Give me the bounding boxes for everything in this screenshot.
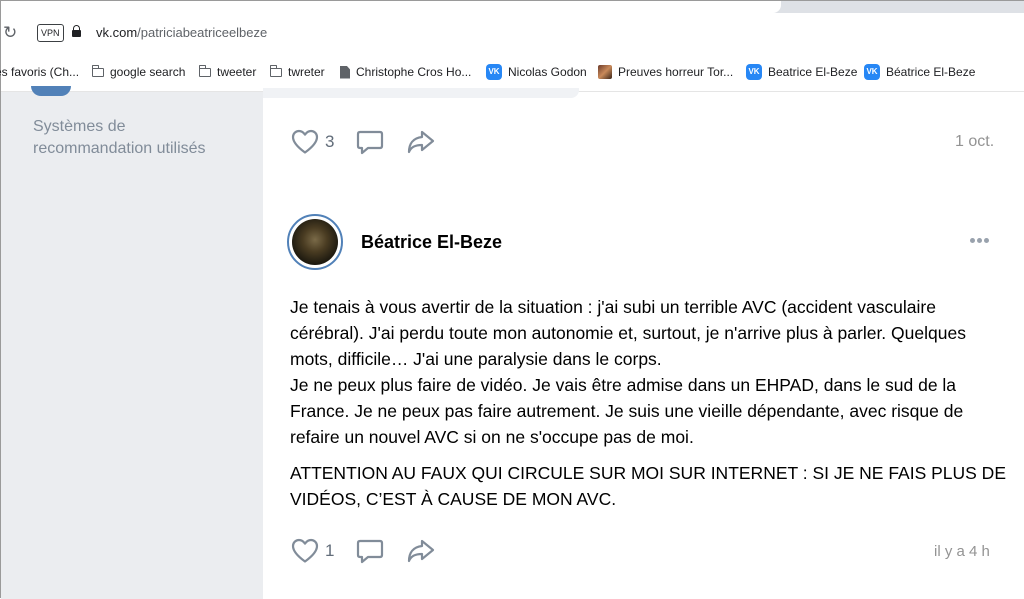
post-paragraph-warning: ATTENTION AU FAUX QUI CIRCULE SUR MOI SU… bbox=[290, 463, 1006, 509]
bookmark-twreter[interactable]: twreter bbox=[269, 64, 325, 80]
bookmark-label: Preuves horreur Tor... bbox=[618, 65, 734, 79]
feed: 3 1 oct. Béatrice El-Beze Je tenais à vo… bbox=[263, 88, 1024, 599]
more-options-icon[interactable] bbox=[970, 238, 991, 243]
post-actions: 1 bbox=[291, 536, 458, 566]
folder-icon bbox=[269, 64, 282, 77]
bookmark-label: Béatrice El-Beze bbox=[886, 65, 976, 79]
post-paragraph: Je tenais à vous avertir de la situation… bbox=[290, 297, 966, 369]
sidebar-button-edge[interactable] bbox=[31, 86, 71, 96]
like-count: 1 bbox=[325, 541, 335, 560]
like-count: 3 bbox=[325, 132, 335, 151]
comment-icon bbox=[357, 539, 384, 564]
previous-post-edge bbox=[263, 88, 579, 98]
heart-icon bbox=[291, 538, 319, 563]
bookmark-label: Beatrice El-Beze bbox=[768, 65, 858, 79]
vk-icon: VK bbox=[864, 64, 880, 80]
like-button[interactable]: 3 bbox=[291, 129, 334, 155]
share-icon bbox=[408, 539, 435, 563]
recommendation-systems-link[interactable]: Systèmes de recommandation utilisés bbox=[33, 116, 243, 160]
avatar[interactable] bbox=[287, 214, 343, 270]
share-button[interactable] bbox=[406, 129, 436, 155]
share-icon bbox=[408, 130, 435, 154]
comment-button[interactable] bbox=[356, 129, 384, 155]
previous-post-date[interactable]: 1 oct. bbox=[955, 133, 994, 151]
thumbnail-icon bbox=[598, 65, 612, 79]
bookmark-beatrice-el-beze-2[interactable]: VK Béatrice El-Beze bbox=[864, 64, 975, 80]
post-paragraph: Je ne peux plus faire de vidéo. Je vais … bbox=[290, 375, 964, 447]
comment-icon bbox=[357, 130, 384, 155]
bookmark-label: twreter bbox=[288, 65, 325, 79]
post-date[interactable]: il y a 4 h bbox=[934, 543, 990, 560]
bookmark-tweeter[interactable]: tweeter bbox=[198, 64, 257, 80]
post-text: Je tenais à vous avertir de la situation… bbox=[290, 294, 1010, 512]
bookmark-label: tweeter bbox=[217, 65, 257, 79]
document-icon bbox=[340, 65, 350, 79]
vk-icon: VK bbox=[746, 64, 762, 80]
folder-icon bbox=[91, 64, 104, 77]
folder-icon bbox=[198, 64, 211, 77]
bookmark-beatrice-el-beze[interactable]: VK Beatrice El-Beze bbox=[746, 64, 857, 80]
url-domain: vk.com bbox=[96, 25, 138, 40]
vk-icon: VK bbox=[486, 64, 502, 80]
active-tab[interactable] bbox=[1, 1, 781, 13]
comment-button[interactable] bbox=[356, 538, 384, 564]
bookmark-preuves-horreur[interactable]: Preuves horreur Tor... bbox=[598, 64, 733, 80]
vk-page: Systèmes de recommandation utilisés 3 1 … bbox=[1, 86, 1024, 599]
bookmark-label: es favoris (Ch... bbox=[0, 65, 80, 79]
url-path: /patriciabeatriceelbeze bbox=[137, 25, 268, 40]
vpn-badge[interactable]: VPN bbox=[37, 24, 64, 42]
bookmark-label: Christophe Cros Ho... bbox=[356, 65, 472, 79]
bookmark-nicolas-godon[interactable]: VK Nicolas Godon bbox=[486, 64, 587, 80]
address-bar: ↻ VPN vk.com/patriciabeatriceelbeze bbox=[1, 13, 1024, 55]
left-sidebar: Systèmes de recommandation utilisés bbox=[1, 86, 263, 599]
bookmark-label: Nicolas Godon bbox=[508, 65, 587, 79]
post-author-name[interactable]: Béatrice El-Beze bbox=[361, 232, 502, 253]
previous-post-actions: 3 bbox=[291, 127, 458, 157]
like-button[interactable]: 1 bbox=[291, 538, 334, 564]
bookmarks-bar: es favoris (Ch... google search tweeter … bbox=[0, 55, 1024, 92]
url-field[interactable]: vk.com/patriciabeatriceelbeze bbox=[96, 25, 267, 41]
heart-icon bbox=[291, 129, 319, 154]
bookmark-google-search[interactable]: google search bbox=[91, 64, 186, 80]
bookmark-favoris[interactable]: es favoris (Ch... bbox=[0, 64, 79, 80]
browser-tab-strip bbox=[1, 1, 1024, 13]
avatar-photo bbox=[292, 219, 338, 265]
bookmark-christophe-cros[interactable]: Christophe Cros Ho... bbox=[340, 64, 471, 80]
reload-icon[interactable]: ↻ bbox=[3, 23, 17, 43]
share-button[interactable] bbox=[406, 538, 436, 564]
lock-icon[interactable] bbox=[72, 25, 81, 37]
bookmark-label: google search bbox=[110, 65, 186, 79]
